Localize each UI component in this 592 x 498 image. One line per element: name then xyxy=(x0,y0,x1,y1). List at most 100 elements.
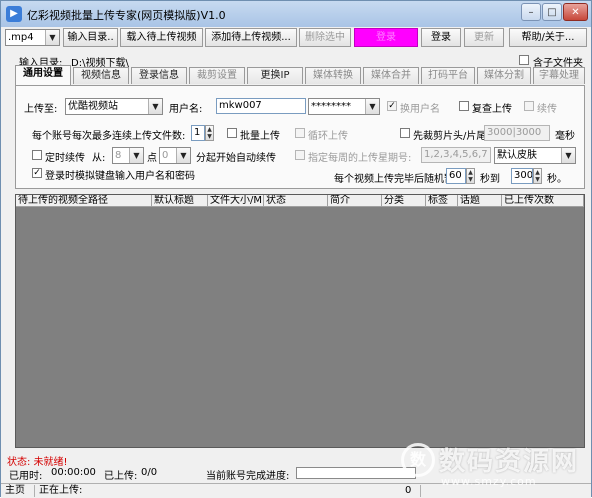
column-header[interactable]: 待上传的视频全路径 xyxy=(16,195,152,207)
status-text: 状态: 未就绪! xyxy=(7,457,68,468)
auto-resume-label: 分起开始自动续传 xyxy=(196,153,276,164)
weekly-checkbox[interactable] xyxy=(295,150,305,160)
switch-user-checkbox[interactable]: ✓ xyxy=(387,101,397,111)
keyboard-login-label: 登录时模拟键盘输入用户名和密码 xyxy=(45,171,195,182)
input-dir-button[interactable]: 输入目录.. xyxy=(63,28,118,47)
maximize-button[interactable]: □ xyxy=(542,3,562,21)
delete-selected-button[interactable]: 删除选中 xyxy=(299,28,351,47)
tab-login-info[interactable]: 登录信息 xyxy=(131,67,187,84)
watermark-url: www.smzy.com xyxy=(441,475,537,488)
column-header[interactable]: 状态 xyxy=(264,195,328,207)
page-label: 主页 xyxy=(1,485,35,497)
column-header[interactable]: 文件大小/M xyxy=(208,195,264,207)
close-button[interactable]: ✕ xyxy=(563,3,588,21)
tab-crop-settings[interactable]: 裁剪设置 xyxy=(189,67,245,84)
upload-to-select[interactable]: 优酷视频站 ▼ xyxy=(65,98,163,115)
username-input[interactable]: mkw007 xyxy=(216,98,306,114)
minimize-button[interactable]: – xyxy=(521,3,541,21)
loop-upload-checkbox[interactable] xyxy=(295,128,305,138)
upload-to-value: 优酷视频站 xyxy=(68,101,118,112)
seconds-label: 秒。 xyxy=(547,174,567,185)
add-pending-button[interactable]: 添加待上传视频... xyxy=(205,28,297,47)
timed-resume-label: 定时续传 xyxy=(45,153,85,164)
chevron-down-icon: ▼ xyxy=(176,148,190,163)
general-settings-panel: 上传至: 优酷视频站 ▼ 用户名: mkw007 ******** ▼ ✓ 换用… xyxy=(15,85,585,189)
from-minute-value: 0 xyxy=(162,150,169,161)
keyboard-login-checkbox[interactable]: ✓ xyxy=(32,168,42,178)
from-hour-value: 8 xyxy=(115,150,122,161)
column-header[interactable]: 分类 xyxy=(382,195,426,207)
watermark-logo-icon: 数 xyxy=(401,443,435,477)
update-button[interactable]: 更新 xyxy=(464,28,504,47)
max-files-spinner[interactable]: ▲ ▼ xyxy=(205,125,214,141)
upload-to-label: 上传至: xyxy=(24,104,58,115)
column-header[interactable]: 已上传次数 xyxy=(502,195,584,207)
elapsed-value: 00:00:00 xyxy=(51,467,96,478)
password-value: ******** xyxy=(311,101,351,112)
weekly-label: 指定每周的上传星期号: xyxy=(308,153,412,164)
tab-captcha-platform[interactable]: 打码平台 xyxy=(421,67,475,84)
from-minute-select[interactable]: 0 ▼ xyxy=(159,147,191,164)
video-list-table[interactable]: 待上传的视频全路径 默认标题 文件大小/M 状态 简介 分类 标签 话题 已上传… xyxy=(15,194,585,448)
chevron-down-icon: ▼ xyxy=(365,99,379,114)
app-logo-icon: ▶ xyxy=(6,6,22,22)
skin-value: 默认皮肤 xyxy=(497,150,537,161)
clip-unit-label: 毫秒 xyxy=(555,131,575,142)
tab-general[interactable]: 通用设置 xyxy=(15,65,71,85)
title-bar[interactable]: ▶ 亿彩视频批量上传专家(网页模拟版)V1.0 – □ ✕ xyxy=(1,1,591,27)
skin-select[interactable]: 默认皮肤 ▼ xyxy=(494,147,576,164)
resume-checkbox[interactable] xyxy=(524,101,534,111)
tab-change-ip[interactable]: 更换IP xyxy=(247,67,303,84)
column-header[interactable]: 标签 xyxy=(426,195,458,207)
pause-to-spinner[interactable]: ▲ ▼ xyxy=(533,168,542,184)
import-pending-button[interactable]: 载入待上传视频 xyxy=(120,28,203,47)
toolbar: .mp4 ▼ 输入目录.. 载入待上传视频 添加待上传视频... 删除选中 登录… xyxy=(1,27,591,49)
pause-from-input[interactable]: 60 xyxy=(446,168,466,184)
elapsed-label: 已用时: xyxy=(9,471,43,482)
to-label: 秒到 xyxy=(480,174,500,185)
clip-head-tail-label: 先裁剪片头/片尾 xyxy=(413,131,487,142)
pause-to-input[interactable]: 300 xyxy=(511,168,533,184)
recheck-upload-label: 复查上传 xyxy=(472,104,512,115)
uploading-label: 正在上传: xyxy=(39,485,83,496)
watermark: 数 数码资源网 www.smzy.com xyxy=(401,439,591,497)
column-header[interactable]: 话题 xyxy=(458,195,502,207)
chevron-down-icon: ▼ xyxy=(129,148,143,163)
column-header[interactable]: 简介 xyxy=(328,195,382,207)
batch-upload-checkbox[interactable] xyxy=(227,128,237,138)
help-about-button[interactable]: 帮助/关于... xyxy=(509,28,587,47)
timed-resume-checkbox[interactable] xyxy=(32,150,42,160)
tab-subtitle[interactable]: 字幕处理 xyxy=(533,67,585,84)
tab-media-convert[interactable]: 媒体转换 xyxy=(305,67,361,84)
column-header[interactable]: 默认标题 xyxy=(152,195,208,207)
format-select[interactable]: .mp4 ▼ xyxy=(5,29,60,46)
clip-value-input[interactable]: 3000|3000 xyxy=(484,125,550,141)
pause-from-spinner[interactable]: ▲ ▼ xyxy=(466,168,475,184)
weekly-input[interactable]: 1,2,3,4,5,6,7 xyxy=(421,147,491,163)
uploaded-label: 已上传: xyxy=(104,471,138,482)
window-title: 亿彩视频批量上传专家(网页模拟版)V1.0 xyxy=(27,9,226,22)
batch-upload-label: 批量上传 xyxy=(240,131,280,142)
chevron-down-icon: ▼ xyxy=(45,30,59,45)
format-select-value: .mp4 xyxy=(8,32,34,43)
tab-video-info[interactable]: 视频信息 xyxy=(73,67,129,84)
max-files-label: 每个账号每次最多连续上传文件数: xyxy=(32,131,186,142)
tab-media-merge[interactable]: 媒体合并 xyxy=(363,67,419,84)
account-select[interactable]: ******** ▼ xyxy=(308,98,380,115)
from-hour-select[interactable]: 8 ▼ xyxy=(112,147,144,164)
account-progress-bar xyxy=(296,467,416,479)
tab-media-split[interactable]: 媒体分割 xyxy=(477,67,531,84)
max-files-input[interactable]: 1 xyxy=(191,125,205,141)
clip-head-tail-checkbox[interactable] xyxy=(400,128,410,138)
recheck-upload-checkbox[interactable] xyxy=(459,101,469,111)
chevron-down-icon: ▼ xyxy=(561,148,575,163)
progress-label: 当前账号完成进度: xyxy=(206,471,290,482)
include-subfolders-checkbox[interactable] xyxy=(519,55,529,65)
login-button[interactable]: 登录 xyxy=(421,28,461,47)
username-label: 用户名: xyxy=(169,104,203,115)
chevron-down-icon: ▼ xyxy=(148,99,162,114)
switch-user-label: 换用户名 xyxy=(400,104,440,115)
highlight-button[interactable]: 登录 xyxy=(354,28,418,47)
watermark-text: 数码资源网 xyxy=(439,447,580,477)
from-label: 从: xyxy=(92,153,106,164)
